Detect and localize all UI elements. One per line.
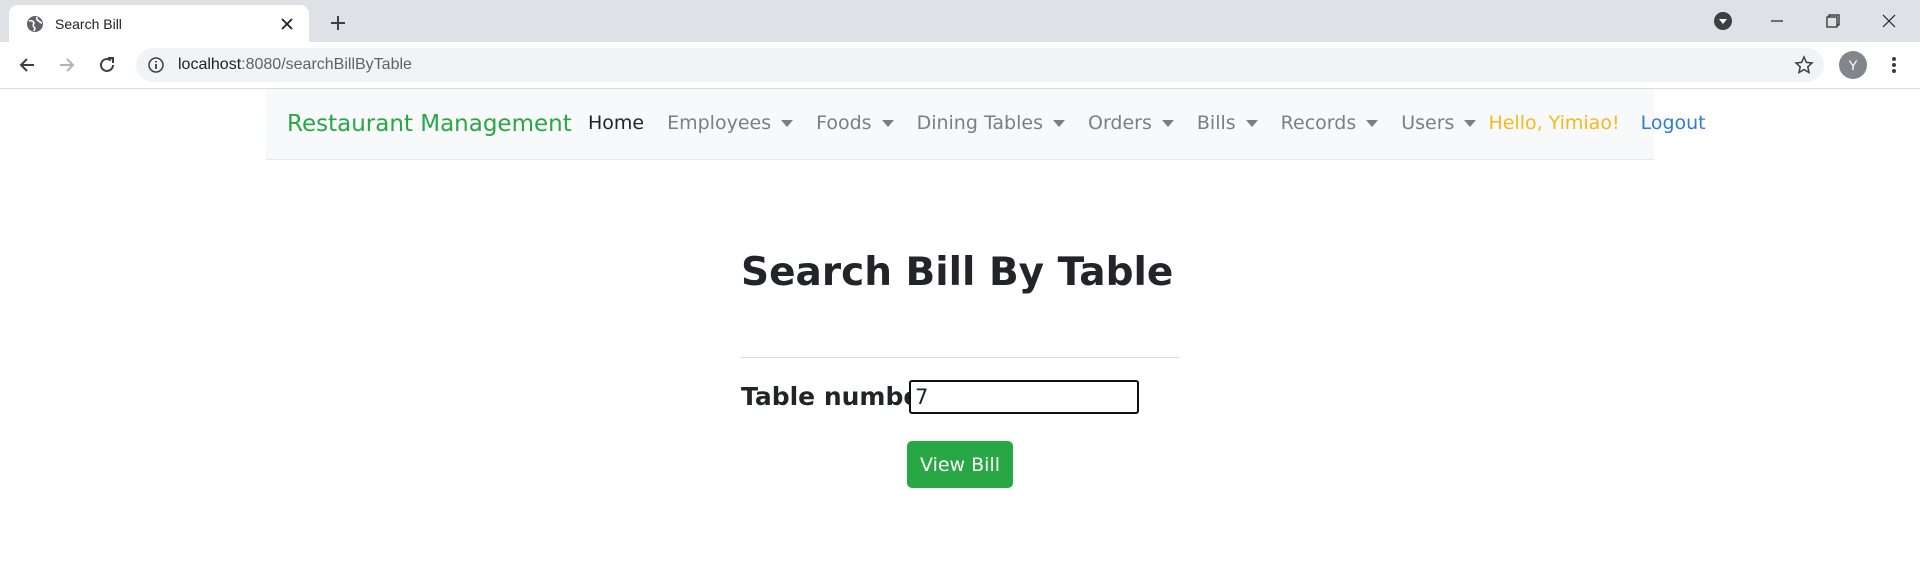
- reload-icon[interactable]: [92, 50, 122, 80]
- nav-records-dropdown[interactable]: Records: [1281, 112, 1379, 134]
- title-divider: [741, 357, 1179, 358]
- nav-orders-label: Orders: [1087, 112, 1152, 134]
- caret-down-icon: [881, 119, 894, 127]
- nav-bills-dropdown[interactable]: Bills: [1197, 112, 1258, 134]
- table-number-input[interactable]: [909, 380, 1139, 414]
- tab-search-icon[interactable]: [1700, 0, 1746, 42]
- caret-down-icon: [1464, 119, 1477, 127]
- browser-menu-icon[interactable]: [1880, 51, 1908, 79]
- new-tab-icon[interactable]: [324, 9, 352, 37]
- browser-tab[interactable]: Search Bill: [9, 5, 309, 42]
- forward-arrow-icon[interactable]: [52, 50, 82, 80]
- brand-link[interactable]: Restaurant Management: [287, 111, 572, 137]
- nav-links: Home Employees Foods Dining Tables Order…: [588, 112, 1706, 134]
- tab-title: Search Bill: [55, 16, 122, 32]
- caret-down-icon: [1366, 119, 1379, 127]
- url-host: localhost: [178, 56, 242, 73]
- view-bill-button[interactable]: View Bill: [907, 441, 1013, 488]
- nav-bills-label: Bills: [1196, 112, 1236, 134]
- nav-foods-label: Foods: [816, 112, 872, 134]
- close-tab-icon[interactable]: [276, 13, 298, 35]
- bookmark-star-icon[interactable]: [1794, 55, 1814, 75]
- restore-icon[interactable]: [1810, 0, 1856, 42]
- close-window-icon[interactable]: [1866, 0, 1912, 42]
- nav-records-label: Records: [1280, 112, 1357, 134]
- back-arrow-icon[interactable]: [12, 50, 42, 80]
- url-text: localhost:8080/searchBillByTable: [178, 56, 412, 74]
- nav-users-label: Users: [1401, 112, 1455, 134]
- user-greeting: Hello, Yimiao!: [1488, 112, 1620, 134]
- browser-toolbar: localhost:8080/searchBillByTable Y: [0, 42, 1920, 89]
- site-info-icon[interactable]: [148, 57, 164, 73]
- nav-home[interactable]: Home: [588, 112, 644, 134]
- caret-down-icon: [1052, 119, 1065, 127]
- caret-down-icon: [781, 119, 794, 127]
- nav-users-dropdown[interactable]: Users: [1401, 112, 1477, 134]
- nav-foods-dropdown[interactable]: Foods: [816, 112, 894, 134]
- app-navbar: Restaurant Management Home Employees Foo…: [266, 89, 1706, 160]
- page-title: Search Bill By Table: [741, 250, 1174, 295]
- nav-dining-tables-label: Dining Tables: [916, 112, 1043, 134]
- nav-employees-dropdown[interactable]: Employees: [667, 112, 794, 134]
- url-path: :8080/searchBillByTable: [241, 56, 412, 73]
- nav-employees-label: Employees: [667, 112, 772, 134]
- nav-orders-dropdown[interactable]: Orders: [1088, 112, 1174, 134]
- minimize-icon[interactable]: [1754, 0, 1800, 42]
- caret-down-icon: [1161, 119, 1174, 127]
- caret-down-icon: [1245, 119, 1258, 127]
- address-bar[interactable]: localhost:8080/searchBillByTable: [136, 48, 1824, 82]
- globe-icon: [26, 15, 44, 33]
- profile-avatar[interactable]: Y: [1839, 51, 1867, 79]
- browser-tabstrip: Search Bill: [0, 0, 1920, 42]
- nav-dining-tables-dropdown[interactable]: Dining Tables: [917, 112, 1065, 134]
- nav-home-label: Home: [588, 112, 645, 134]
- logout-link[interactable]: Logout: [1641, 112, 1706, 134]
